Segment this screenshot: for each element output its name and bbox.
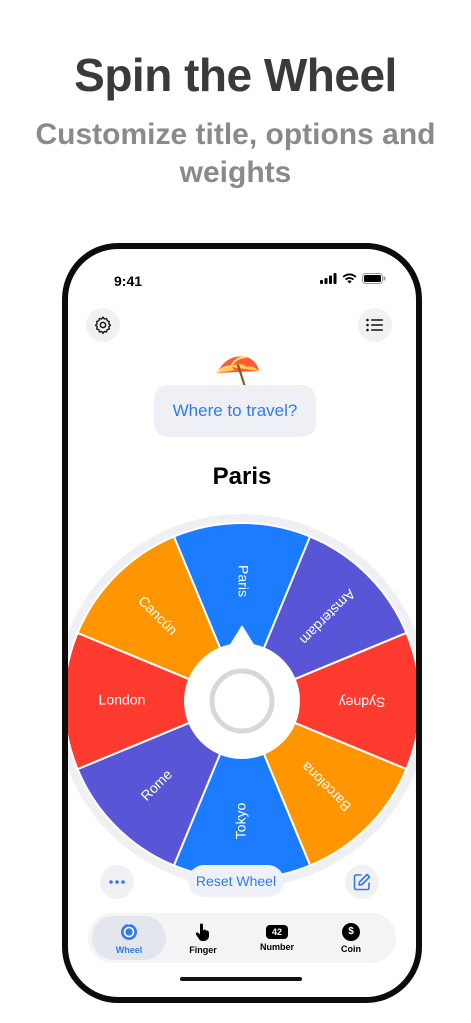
battery-icon — [362, 273, 386, 284]
signal-icon — [320, 273, 337, 284]
spin-button[interactable] — [209, 668, 275, 734]
reset-wheel-button[interactable]: Reset Wheel — [188, 865, 284, 897]
edit-button[interactable] — [345, 865, 379, 899]
tab-coin[interactable]: $ Coin — [314, 916, 388, 960]
coin-icon: $ — [342, 922, 360, 941]
list-icon — [366, 318, 383, 332]
tab-finger[interactable]: Finger — [166, 916, 240, 960]
tab-label: Wheel — [115, 944, 143, 955]
options-list-button[interactable] — [358, 308, 392, 342]
home-indicator — [180, 977, 302, 981]
promo-headline: Spin the Wheel — [74, 49, 397, 101]
ellipsis-icon — [109, 880, 125, 884]
result-label: Paris — [212, 463, 272, 490]
settings-button[interactable] — [86, 308, 120, 342]
phone-frame: 9:41 Where to travel? Paris Paris Amster… — [62, 243, 422, 1003]
finger-icon — [195, 923, 209, 941]
coin-badge: $ — [348, 926, 354, 937]
spin-wheel[interactable]: ParisAmsterdamSydneyBarcelonaTokyoRomeLo… — [62, 513, 422, 889]
tab-bar: Wheel Finger 42 Number $ Coin — [88, 913, 396, 963]
status-icons — [320, 273, 386, 284]
wheel-segment-label: Sydney — [339, 694, 386, 710]
wheel-title-button[interactable]: Where to travel? — [154, 385, 316, 437]
number-badge: 42 — [271, 926, 282, 937]
status-time: 9:41 — [114, 273, 143, 289]
wheel-icon — [121, 922, 137, 940]
number-icon: 42 — [266, 924, 288, 939]
wheel-segment-label: Paris — [235, 565, 251, 597]
edit-icon — [353, 873, 371, 891]
tab-label: Finger — [189, 944, 217, 955]
wheel-segment-label: Tokyo — [233, 803, 249, 840]
wheel-segment-label: London — [99, 692, 146, 708]
tab-label: Number — [259, 941, 294, 952]
tab-wheel[interactable]: Wheel — [92, 916, 166, 960]
more-button[interactable] — [100, 865, 134, 899]
gear-icon — [94, 316, 112, 334]
tab-label: Coin — [341, 943, 361, 954]
tab-number[interactable]: 42 Number — [240, 916, 314, 960]
wifi-icon — [342, 273, 357, 284]
promo-subline: Customize title, options and weights — [35, 118, 436, 189]
